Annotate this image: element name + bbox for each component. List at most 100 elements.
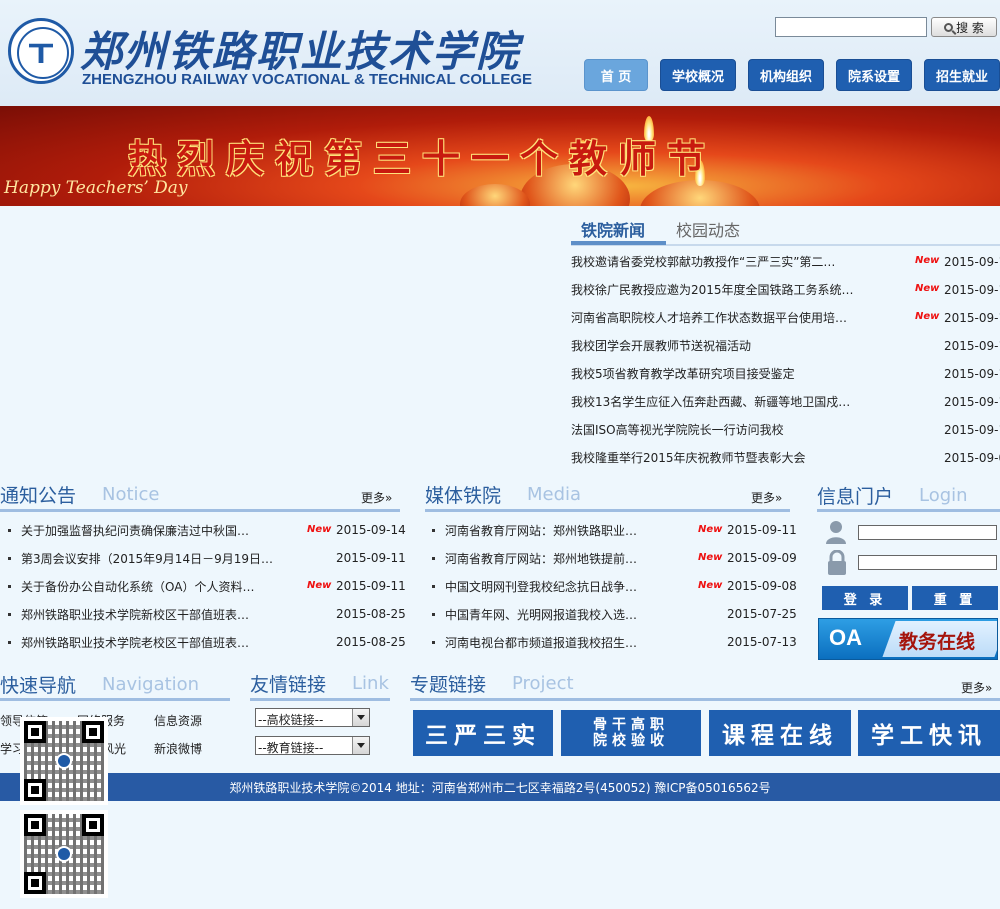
notice-item[interactable]: 郑州铁路职业技术学院老校区干部值班表… 2015-08-25 — [8, 630, 406, 658]
notice-item-title[interactable]: 郑州铁路职业技术学院老校区干部值班表… — [21, 634, 249, 651]
banner-title: 热烈庆祝第三十一个教师节 — [128, 136, 717, 181]
quicknav-sina-weibo[interactable]: 新浪微博 — [154, 740, 202, 757]
search-input[interactable] — [775, 17, 927, 37]
bullet-icon — [8, 641, 11, 644]
news-item-date: 2015-09-11 — [944, 395, 1000, 409]
notice-item-date: 2015-09-11 — [336, 579, 406, 593]
news-item-title[interactable]: 河南省高职院校人才培养工作状态数据平台使用培… — [571, 309, 847, 326]
section-divider — [410, 698, 1000, 701]
bullet-icon — [432, 557, 435, 560]
project-course-online-button[interactable]: 课程在线 — [709, 710, 851, 756]
media-item-title[interactable]: 中国青年网、光明网报道我校入选… — [445, 606, 637, 623]
media-item[interactable]: 中国青年网、光明网报道我校入选… 2015-07-25 — [432, 602, 797, 630]
quicknav-section-subtitle: Navigation — [102, 674, 200, 695]
oa-academic-online-link[interactable]: OA 教务在线 — [818, 618, 998, 660]
user-icon — [826, 521, 846, 544]
news-item[interactable]: 我校5项省教育教学改革研究项目接受鉴定 2015-09-11 — [571, 361, 1000, 389]
news-item[interactable]: 我校隆重举行2015年庆祝教师节暨表彰大会 2015-09-09 — [571, 445, 1000, 473]
news-item-date: 2015-09-17 — [944, 283, 1000, 297]
candle-graphic — [460, 184, 530, 206]
qr-code-wechat[interactable] — [20, 810, 108, 898]
notice-item-date: 2015-09-14 — [336, 523, 406, 537]
news-tab-active-indicator — [571, 241, 666, 245]
media-item-title[interactable]: 中国文明网刊登我校纪念抗日战争… — [445, 578, 637, 595]
notice-item-title[interactable]: 第3周会议安排（2015年9月14日－9月19日… — [21, 550, 273, 567]
site-header: 郑州铁路职业技术学院 ZHENGZHOU RAILWAY VOCATIONAL … — [0, 0, 1000, 106]
notice-item[interactable]: 关于备份办公自动化系统（OA）个人资料… New 2015-09-11 — [8, 574, 406, 602]
news-item-title[interactable]: 我校隆重举行2015年庆祝教师节暨表彰大会 — [571, 449, 806, 466]
login-section-title: 信息门户 — [817, 486, 894, 508]
project-key-vocational-line2: 院校验收 — [593, 733, 669, 749]
project-student-news-button[interactable]: 学工快讯 — [858, 710, 1000, 756]
news-item[interactable]: 我校团学会开展教师节送祝福活动 2015-09-11 — [571, 333, 1000, 361]
project-more-link[interactable]: 更多» — [961, 679, 992, 696]
qr-code-weibo[interactable] — [20, 717, 108, 805]
notice-item[interactable]: 郑州铁路职业技术学院新校区干部值班表… 2015-08-25 — [8, 602, 406, 630]
media-item[interactable]: 中国文明网刊登我校纪念抗日战争… New 2015-09-08 — [432, 574, 797, 602]
site-footer: 郑州铁路职业技术学院©2014 地址：河南省郑州市二七区幸福路2号(450052… — [0, 773, 1000, 801]
project-three-strict-button[interactable]: 三严三实 — [413, 710, 553, 756]
tab-campus-news[interactable]: 校园动态 — [676, 217, 740, 241]
news-item-title[interactable]: 我校5项省教育教学改革研究项目接受鉴定 — [571, 365, 795, 382]
notice-item-title[interactable]: 郑州铁路职业技术学院新校区干部值班表… — [21, 606, 249, 623]
project-section-title: 专题链接 — [410, 674, 487, 696]
notice-item-title[interactable]: 关于备份办公自动化系统（OA）个人资料… — [21, 578, 254, 595]
media-item-title[interactable]: 河南省教育厅网站：郑州铁路职业… — [445, 522, 637, 539]
bullet-icon — [8, 529, 11, 532]
nav-school-overview[interactable]: 学校概况 — [660, 59, 736, 91]
login-button[interactable]: 登 录 — [822, 586, 908, 610]
media-item-title[interactable]: 河南省教育厅网站：郑州地铁提前… — [445, 550, 637, 567]
bullet-icon — [432, 529, 435, 532]
news-item[interactable]: 我校13名学生应征入伍奔赴西藏、新疆等地卫国戍… 2015-09-11 — [571, 389, 1000, 417]
news-item[interactable]: 法国ISO高等视光学院院长一行访问我校 2015-09-10 — [571, 417, 1000, 445]
news-item-title[interactable]: 我校邀请省委党校郭献功教授作“三严三实”第二… — [571, 253, 835, 270]
media-more-link[interactable]: 更多» — [751, 489, 782, 506]
nav-departments[interactable]: 院系设置 — [836, 59, 912, 91]
news-item-date: 2015-09-11 — [944, 367, 1000, 381]
news-item-title[interactable]: 法国ISO高等视光学院院长一行访问我校 — [571, 421, 784, 438]
media-item-date: 2015-09-11 — [727, 523, 797, 537]
media-item[interactable]: 河南电视台都市频道报道我校招生… 2015-07-13 — [432, 630, 797, 658]
notice-more-link[interactable]: 更多» — [361, 489, 392, 506]
notice-item[interactable]: 关于加强监督执纪问责确保廉洁过中秋国… New 2015-09-14 — [8, 518, 406, 546]
media-item-date: 2015-07-13 — [727, 635, 797, 649]
qr-finder — [24, 779, 46, 801]
lock-icon — [828, 550, 846, 575]
section-divider — [0, 509, 400, 512]
news-item-title[interactable]: 我校13名学生应征入伍奔赴西藏、新疆等地卫国戍… — [571, 393, 850, 410]
nav-organization[interactable]: 机构组织 — [748, 59, 824, 91]
news-item[interactable]: 我校邀请省委党校郭献功教授作“三严三实”第二… New 2015-09-17 — [571, 249, 1000, 277]
media-item[interactable]: 河南省教育厅网站：郑州铁路职业… New 2015-09-11 — [432, 518, 797, 546]
reset-button[interactable]: 重 置 — [912, 586, 998, 610]
qr-logo-icon — [56, 846, 72, 862]
college-name-cn[interactable]: 郑州铁路职业技术学院 — [80, 18, 520, 79]
news-item-title[interactable]: 我校徐广民教授应邀为2015年度全国铁路工务系统… — [571, 281, 854, 298]
media-section-subtitle: Media — [527, 484, 582, 505]
education-links-select[interactable]: --教育链接-- — [255, 736, 370, 755]
notice-item-date: 2015-08-25 — [336, 635, 406, 649]
project-key-vocational-button[interactable]: 骨干高职 院校验收 — [561, 710, 701, 756]
notice-item-title[interactable]: 关于加强监督执纪问责确保廉洁过中秋国… — [21, 522, 249, 539]
quicknav-info-resources[interactable]: 信息资源 — [154, 712, 202, 729]
media-item[interactable]: 河南省教育厅网站：郑州地铁提前… New 2015-09-09 — [432, 546, 797, 574]
username-input[interactable] — [858, 525, 997, 540]
search-icon — [944, 22, 954, 32]
university-links-select[interactable]: --高校链接-- — [255, 708, 370, 727]
teachers-day-banner: 热烈庆祝第三十一个教师节 Happy Teachers’ Day — [0, 106, 1000, 206]
tab-railway-news[interactable]: 铁院新闻 — [581, 217, 645, 241]
college-emblem-logo[interactable] — [8, 18, 74, 84]
notice-item[interactable]: 第3周会议安排（2015年9月14日－9月19日… 2015-09-11 — [8, 546, 406, 574]
nav-home[interactable]: 首 页 — [584, 59, 648, 91]
news-item-title[interactable]: 我校团学会开展教师节送祝福活动 — [571, 337, 751, 354]
nav-admissions[interactable]: 招生就业 — [924, 59, 1000, 91]
new-badge: New — [307, 580, 332, 591]
bullet-icon — [432, 613, 435, 616]
media-item-title[interactable]: 河南电视台都市频道报道我校招生… — [445, 634, 637, 651]
notice-section-subtitle: Notice — [102, 484, 160, 505]
news-item[interactable]: 河南省高职院校人才培养工作状态数据平台使用培… New 2015-09-17 — [571, 305, 1000, 333]
section-divider — [817, 509, 1000, 512]
section-divider — [425, 509, 790, 512]
search-button[interactable]: 搜 索 — [931, 17, 997, 37]
news-item[interactable]: 我校徐广民教授应邀为2015年度全国铁路工务系统… New 2015-09-17 — [571, 277, 1000, 305]
password-input[interactable] — [858, 555, 997, 570]
